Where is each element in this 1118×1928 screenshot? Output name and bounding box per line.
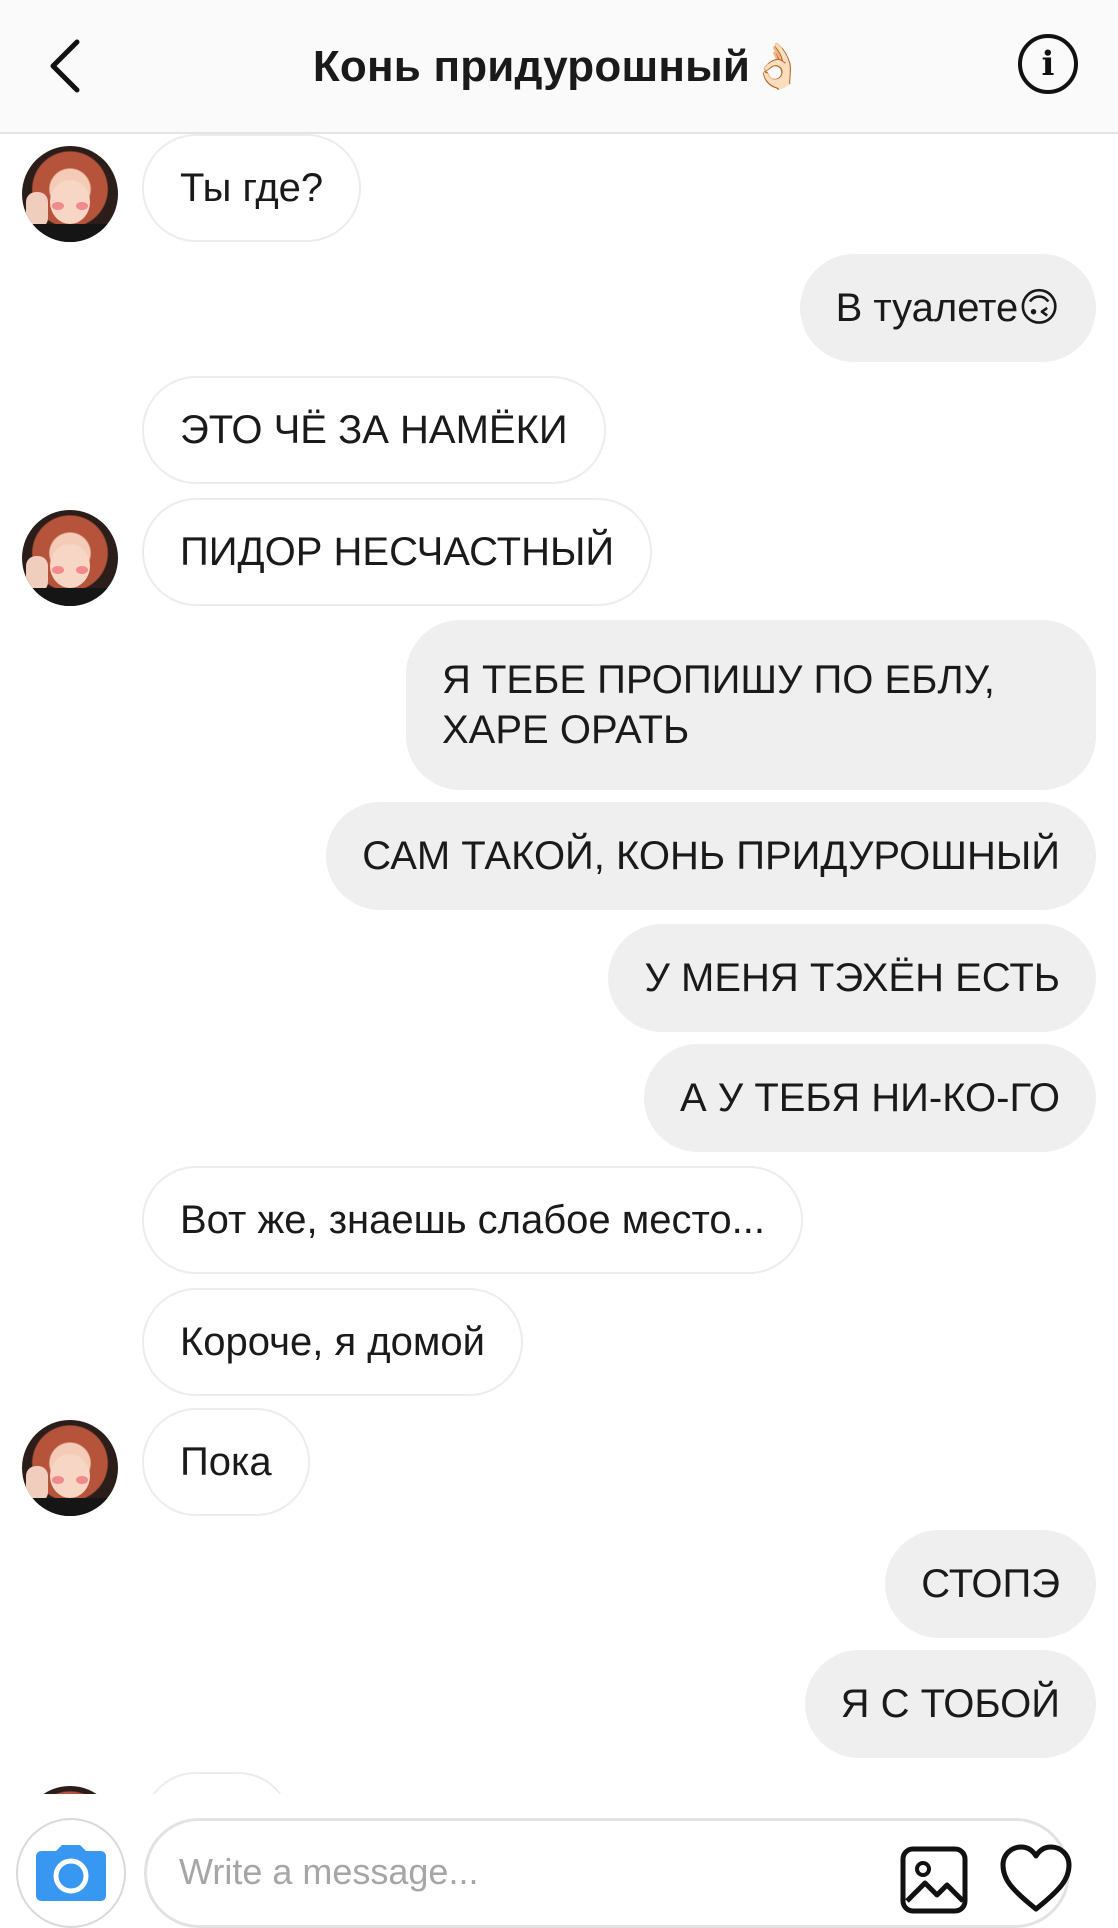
message-bubble-outgoing[interactable]: У МЕНЯ ТЭХЁН ЕСТЬ	[608, 924, 1096, 1032]
info-icon: i	[1041, 44, 1055, 84]
camera-button[interactable]	[16, 1818, 126, 1928]
message-bubble-outgoing[interactable]: СТОПЭ	[885, 1530, 1096, 1638]
message-bubble-outgoing[interactable]: Я ТЕБЕ ПРОПИШУ ПО ЕБЛУ, ХАРЕ ОРАТЬ	[406, 620, 1096, 790]
message-bubble-outgoing[interactable]: А У ТЕБЯ НИ-КО-ГО	[644, 1044, 1096, 1152]
camera-icon	[36, 1845, 106, 1901]
message-input-wrapper[interactable]	[144, 1818, 1073, 1928]
avatar[interactable]	[22, 1420, 118, 1516]
avatar[interactable]	[22, 146, 118, 242]
info-button[interactable]: i	[1018, 34, 1078, 94]
message-bubble-outgoing[interactable]: Я С ТОБОЙ	[804, 1650, 1096, 1758]
message-input[interactable]	[177, 1841, 741, 1903]
gallery-icon[interactable]	[899, 1845, 969, 1915]
message-bubble-outgoing[interactable]: САМ ТАКОЙ, КОНЬ ПРИДУРОШНЫЙ	[326, 802, 1096, 910]
message-composer	[0, 1794, 1118, 1928]
message-bubble-incoming[interactable]: Ты где?	[142, 134, 362, 242]
message-list[interactable]: Ты где? В туалете🙃 ЭТО ЧЁ ЗА НАМЁКИ ПИДО…	[0, 134, 1118, 1794]
message-bubble-incoming[interactable]: Вот же, знаешь слабое место...	[142, 1166, 803, 1274]
message-bubble-incoming[interactable]: ЭТО ЧЁ ЗА НАМЁКИ	[142, 376, 606, 484]
chat-header: Конь придурошный👌🏻 i	[0, 0, 1118, 134]
message-bubble-incoming[interactable]: ПИДОР НЕСЧАСТНЫЙ	[142, 498, 653, 606]
chat-title[interactable]: Конь придурошный👌🏻	[0, 40, 1118, 92]
heart-icon[interactable]	[999, 1843, 1073, 1915]
message-bubble-incoming[interactable]	[142, 1772, 292, 1794]
avatar[interactable]	[22, 1786, 118, 1794]
message-bubble-incoming[interactable]: Пока	[142, 1408, 310, 1516]
message-bubble-incoming[interactable]: Короче, я домой	[142, 1288, 523, 1396]
message-bubble-outgoing[interactable]: В туалете🙃	[799, 254, 1096, 362]
avatar[interactable]	[22, 510, 118, 606]
